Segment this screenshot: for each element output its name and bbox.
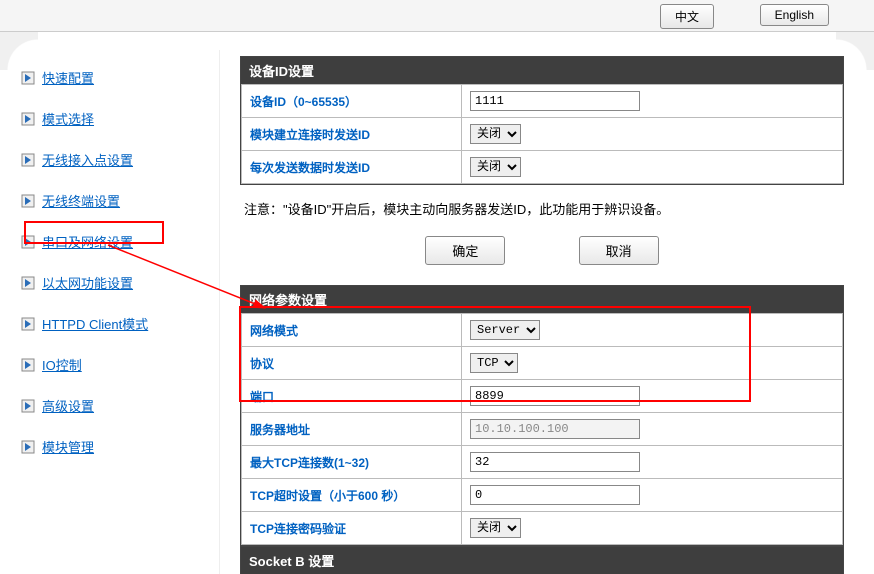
conn-send-id-label: 模块建立连接时发送ID	[242, 118, 462, 151]
sidebar-item[interactable]: 以太网功能设置	[20, 273, 219, 292]
port-input[interactable]	[470, 386, 640, 406]
sidebar-item[interactable]: HTTPD Client模式	[20, 314, 219, 333]
arrow-right-icon	[20, 398, 36, 414]
device-id-input[interactable]	[470, 91, 640, 111]
arrow-right-icon	[20, 152, 36, 168]
socket-b-header: Socket B 设置	[240, 546, 844, 574]
arrow-right-icon	[20, 193, 36, 209]
ok-button[interactable]: 确定	[425, 236, 505, 265]
sidebar-item[interactable]: 串口及网络设置	[20, 232, 219, 251]
conn-send-id-select[interactable]: 关闭	[470, 124, 521, 144]
main-content: 设备ID设置 设备ID（0~65535） 模块建立连接时发送ID 关闭 每次发送…	[220, 50, 864, 574]
lang-cn-button[interactable]: 中文	[660, 4, 714, 29]
net-mode-label: 网络模式	[242, 314, 462, 347]
max-tcp-label: 最大TCP连接数(1~32)	[242, 446, 462, 479]
proto-select[interactable]: TCP	[470, 353, 518, 373]
max-tcp-input[interactable]	[470, 452, 640, 472]
device-id-note: 注意："设备ID"开启后，模块主动向服务器发送ID，此功能用于辨识设备。	[244, 199, 844, 218]
tcp-auth-label: TCP连接密码验证	[242, 512, 462, 545]
network-params-header: 网络参数设置	[241, 286, 843, 313]
arrow-right-icon	[20, 439, 36, 455]
language-bar: 中文 English	[0, 0, 874, 32]
tcp-auth-select[interactable]: 关闭	[470, 518, 521, 538]
sidebar-item[interactable]: 无线接入点设置	[20, 150, 219, 169]
button-row: 确定 取消	[240, 236, 844, 265]
device-id-header: 设备ID设置	[241, 57, 843, 84]
device-id-label: 设备ID（0~65535）	[242, 85, 462, 118]
sidebar-item-label: IO控制	[42, 355, 82, 374]
server-addr-label: 服务器地址	[242, 413, 462, 446]
sidebar: 快速配置模式选择无线接入点设置无线终端设置串口及网络设置以太网功能设置 HTTPD…	[10, 50, 220, 574]
sidebar-item-label: 无线终端设置	[42, 191, 120, 210]
sidebar-item-label: 模块管理	[42, 437, 94, 456]
port-label: 端口	[242, 380, 462, 413]
data-send-id-select[interactable]: 关闭	[470, 157, 521, 177]
sidebar-item[interactable]: 模式选择	[20, 109, 219, 128]
sidebar-item[interactable]: IO控制	[20, 355, 219, 374]
tcp-timeout-input[interactable]	[470, 485, 640, 505]
sidebar-item[interactable]: 无线终端设置	[20, 191, 219, 210]
data-send-id-label: 每次发送数据时发送ID	[242, 151, 462, 184]
arrow-right-icon	[20, 234, 36, 250]
sidebar-item-label: 无线接入点设置	[42, 150, 133, 169]
sidebar-item-label: 快速配置	[42, 68, 94, 87]
sidebar-item-label: 高级设置	[42, 396, 94, 415]
proto-label: 协议	[242, 347, 462, 380]
network-params-panel: 网络参数设置 网络模式 Server 协议 TCP 端口 服务器地址	[240, 285, 844, 546]
sidebar-item-label: 以太网功能设置	[42, 273, 133, 292]
sidebar-item-label: 模式选择	[42, 109, 94, 128]
corner-decor-right	[836, 32, 874, 70]
corner-decor-left	[0, 32, 38, 70]
arrow-right-icon	[20, 275, 36, 291]
net-mode-select[interactable]: Server	[470, 320, 540, 340]
lang-en-button[interactable]: English	[760, 4, 829, 26]
arrow-right-icon	[20, 316, 36, 332]
arrow-right-icon	[20, 357, 36, 373]
arrow-right-icon	[20, 70, 36, 86]
sidebar-item[interactable]: 模块管理	[20, 437, 219, 456]
sidebar-item[interactable]: 快速配置	[20, 68, 219, 87]
device-id-panel: 设备ID设置 设备ID（0~65535） 模块建立连接时发送ID 关闭 每次发送…	[240, 56, 844, 185]
arrow-right-icon	[20, 111, 36, 127]
tcp-timeout-label: TCP超时设置（小于600 秒）	[242, 479, 462, 512]
sidebar-item[interactable]: 高级设置	[20, 396, 219, 415]
cancel-button[interactable]: 取消	[579, 236, 659, 265]
sidebar-item-label: 串口及网络设置	[42, 232, 133, 251]
sidebar-item-label: HTTPD Client模式	[42, 314, 148, 333]
server-addr-input	[470, 419, 640, 439]
